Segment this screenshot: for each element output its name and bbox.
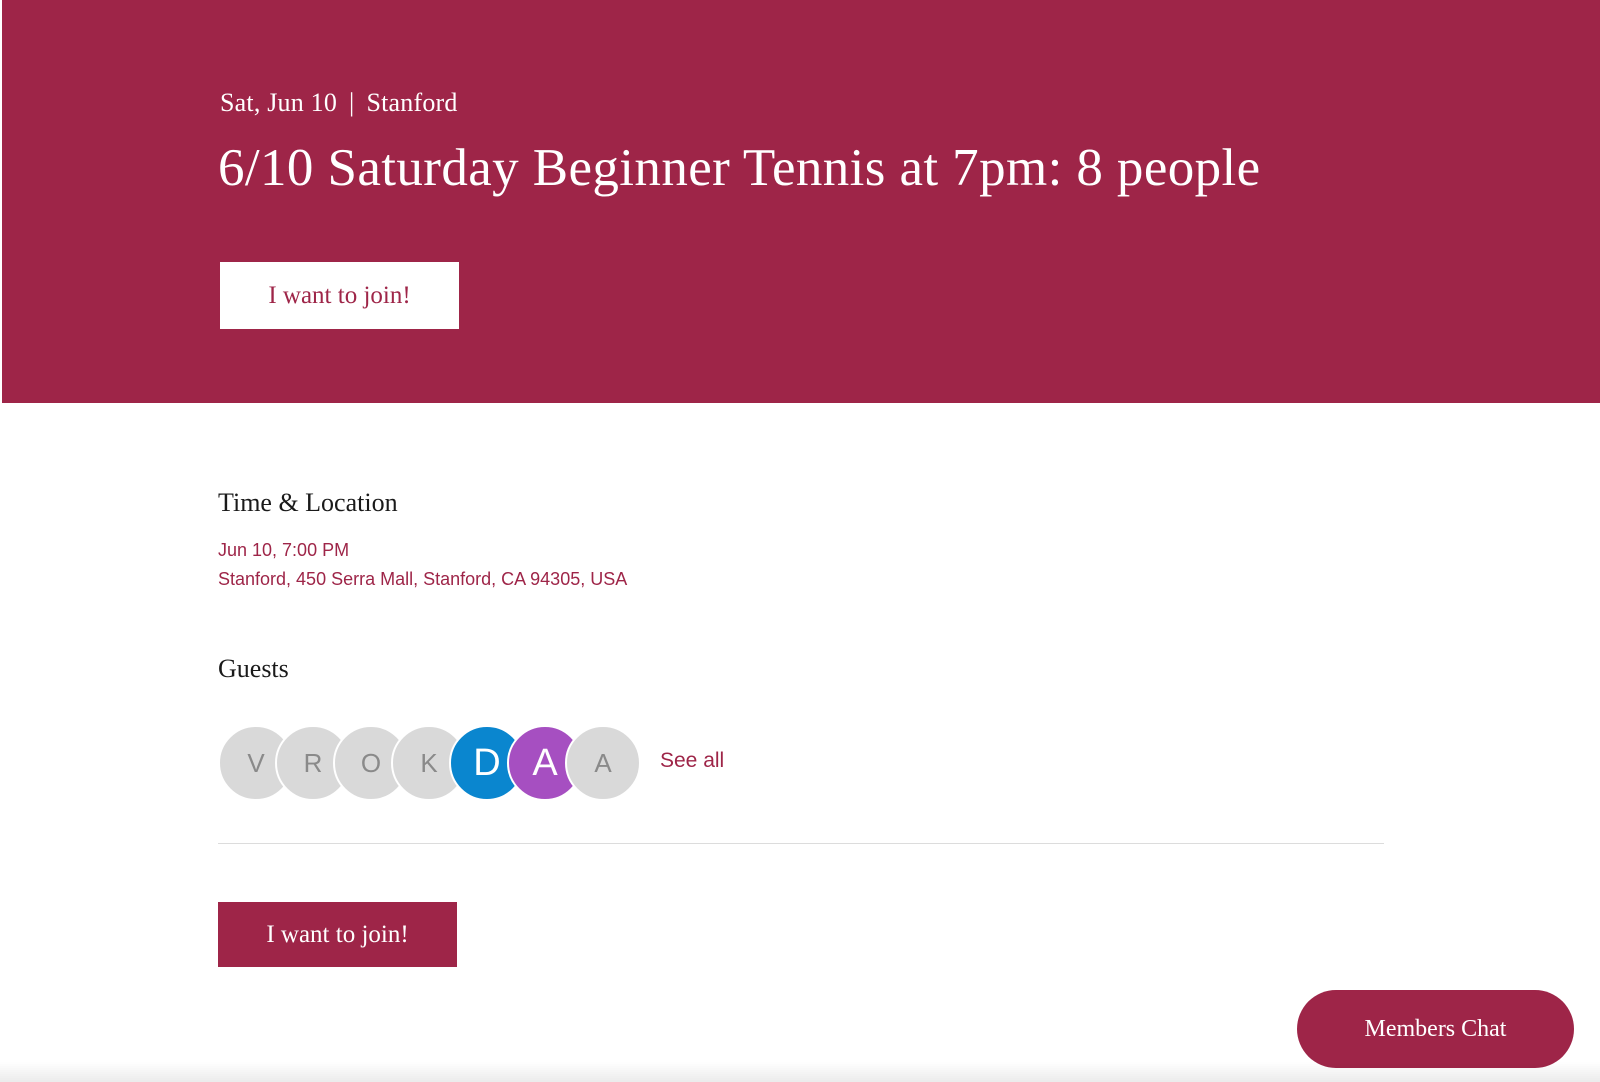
- avatar-initial: A: [532, 741, 558, 784]
- event-city: Stanford: [366, 88, 458, 117]
- event-meta: Sat, Jun 10 | Stanford: [220, 88, 458, 118]
- join-button-bottom[interactable]: I want to join!: [218, 902, 457, 967]
- event-title: 6/10 Saturday Beginner Tennis at 7pm: 8 …: [218, 139, 1261, 197]
- avatar-initial: K: [420, 747, 438, 778]
- event-date: Sat, Jun 10: [220, 88, 338, 117]
- guest-avatar[interactable]: A: [565, 725, 641, 801]
- avatar-initial: R: [303, 747, 323, 778]
- guests-heading: Guests: [218, 654, 289, 683]
- event-hero: Sat, Jun 10 | Stanford 6/10 Saturday Begin…: [0, 0, 1600, 403]
- event-datetime: Jun 10, 7:00 PM: [218, 540, 350, 560]
- meta-separator: |: [349, 88, 355, 117]
- see-all-guests-link[interactable]: See all: [660, 749, 724, 773]
- join-button-top[interactable]: I want to join!: [220, 262, 459, 329]
- time-location-heading: Time & Location: [218, 488, 398, 517]
- section-divider: [218, 843, 1384, 844]
- event-page: Sat, Jun 10 | Stanford 6/10 Saturday Begin…: [0, 0, 1600, 1082]
- avatar-initial: O: [360, 747, 382, 778]
- members-chat-button[interactable]: Members Chat: [1297, 990, 1574, 1068]
- avatar-initial: D: [473, 741, 501, 784]
- avatar-initial: A: [594, 747, 612, 778]
- event-address: Stanford, 450 Serra Mall, Stanford, CA 9…: [218, 569, 628, 589]
- bottom-shadow: [0, 1062, 1600, 1082]
- avatar-initial: V: [247, 747, 265, 778]
